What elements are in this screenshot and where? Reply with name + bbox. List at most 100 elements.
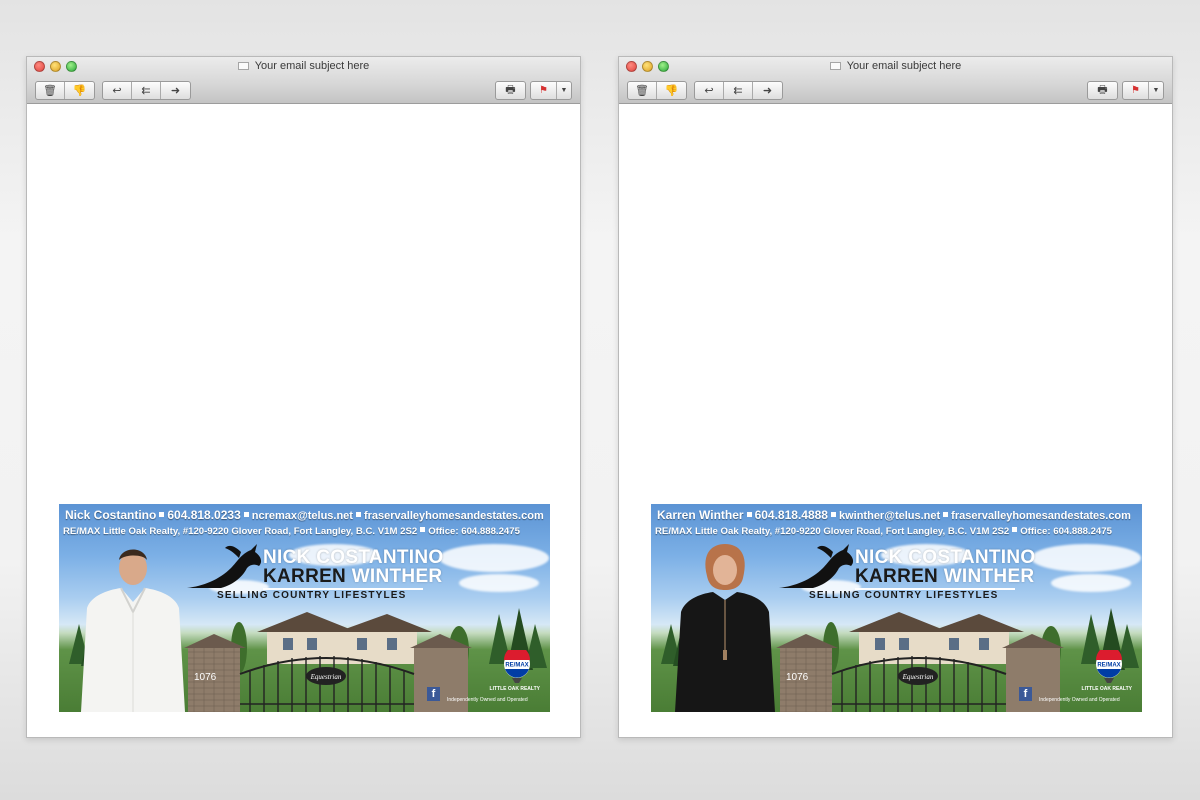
remax-balloon-logo: RE/MAX	[1096, 650, 1122, 683]
reply-all-icon: ⇇	[733, 85, 743, 97]
reply-group: ↩ ⇇ ➜	[694, 81, 783, 100]
name2-first: KARREN	[855, 566, 939, 587]
agent-photo-male	[81, 549, 185, 712]
name2-last: WINTHER	[351, 566, 443, 587]
agents-name-block: NICK COSTANTINO KARREN WINTHER	[263, 548, 443, 592]
envelope-icon	[829, 62, 841, 70]
junk-button[interactable]: 👎	[657, 82, 686, 99]
junk-button[interactable]: 👎	[65, 82, 94, 99]
flag-group: ⚑ ▼	[530, 81, 572, 100]
reply-button[interactable]: ↩	[103, 82, 132, 99]
junk-icon: 👎	[72, 85, 87, 97]
name1-last: COSTANTINO	[316, 547, 444, 568]
print-button[interactable]: 🖶	[1088, 82, 1117, 99]
print-group: 🖶	[495, 81, 526, 100]
reply-all-icon: ⇇	[141, 85, 151, 97]
remax-brand-text: RE/MAX	[1097, 663, 1120, 669]
office-address: RE/MAX Little Oak Realty, #120-9220 Glov…	[63, 526, 418, 537]
mail-toolbar: 🗑 👎 ↩ ⇇ ➜ 🖶 ⚑ ▼	[35, 81, 572, 100]
reply-all-button[interactable]: ⇇	[724, 82, 753, 99]
trash-icon: 🗑	[43, 85, 57, 97]
flag-group: ⚑ ▼	[1122, 81, 1164, 100]
window-title: Your email subject here	[619, 59, 1172, 73]
delete-button[interactable]: 🗑	[36, 82, 65, 99]
flag-icon: ⚑	[1131, 85, 1140, 96]
contact-line-1: Nick Costantino 604.818.0233 ncremax@telus…	[65, 508, 544, 522]
contact-email[interactable]: ncremax@telus.net	[252, 510, 353, 522]
email-signature-banner: Equestrian 1076 NICK COSTANTINO KARREN W…	[59, 504, 550, 712]
forward-button[interactable]: ➜	[753, 82, 782, 99]
reply-button[interactable]: ↩	[695, 82, 724, 99]
forward-icon: ➜	[762, 85, 773, 97]
contact-website[interactable]: fraservalleyhomesandestates.com	[951, 510, 1131, 522]
flag-menu-button[interactable]: ▼	[557, 82, 571, 99]
contact-line-2: RE/MAX Little Oak Realty, #120-9220 Glov…	[63, 526, 520, 537]
reply-group: ↩ ⇇ ➜	[102, 81, 191, 100]
contact-phone[interactable]: 604.818.0233	[167, 508, 240, 522]
chevron-down-icon: ▼	[1152, 87, 1160, 94]
print-icon: 🖶	[505, 84, 516, 96]
chevron-down-icon: ▼	[560, 87, 568, 94]
brokerage-name: LITTLE OAK REALTY	[1081, 686, 1132, 692]
office-address: RE/MAX Little Oak Realty, #120-9220 Glov…	[655, 526, 1010, 537]
office-phone[interactable]: Office: 604.888.2475	[1020, 526, 1112, 537]
envelope-icon	[237, 62, 249, 70]
contact-email[interactable]: kwinther@telus.net	[839, 510, 940, 522]
name1-last: COSTANTINO	[908, 547, 1036, 568]
tagline: SELLING COUNTRY LIFESTYLES	[217, 590, 407, 601]
email-subject: Your email subject here	[254, 60, 370, 72]
facebook-icon[interactable]: f	[427, 687, 440, 701]
contact-name: Karren Winther	[657, 508, 744, 522]
junk-icon: 👎	[664, 85, 679, 97]
flag-button[interactable]: ⚑	[1123, 82, 1149, 99]
mail-toolbar: 🗑 👎 ↩ ⇇ ➜ 🖶 ⚑ ▼	[627, 81, 1164, 100]
flag-button[interactable]: ⚑	[531, 82, 557, 99]
remax-brand-text: RE/MAX	[505, 663, 528, 669]
name1-first: NICK	[855, 547, 903, 568]
window-titlebar: Your email subject here 🗑 👎 ↩ ⇇ ➜ 🖶 ⚑ ▼	[619, 57, 1172, 104]
contact-line-2: RE/MAX Little Oak Realty, #120-9220 Glov…	[655, 526, 1112, 537]
print-button[interactable]: 🖶	[496, 82, 525, 99]
trash-icon: 🗑	[635, 85, 649, 97]
horse-logo-icon	[779, 544, 854, 588]
contact-name: Nick Costantino	[65, 508, 157, 522]
disclaimer-text: Independently Owned and Operated	[1039, 697, 1120, 703]
brokerage-name: LITTLE OAK REALTY	[489, 686, 540, 692]
reply-all-button[interactable]: ⇇	[132, 82, 161, 99]
facebook-icon[interactable]: f	[1019, 687, 1032, 701]
contact-line-1: Karren Winther 604.818.4888 kwinther@telus…	[657, 508, 1131, 522]
agents-name-block: NICK COSTANTINO KARREN WINTHER	[855, 548, 1035, 592]
contact-website[interactable]: fraservalleyhomesandestates.com	[364, 510, 544, 522]
message-body: Equestrian 1076 NICK COSTANTINO KARREN W…	[619, 105, 1172, 737]
flag-icon: ⚑	[539, 85, 548, 96]
name1-first: NICK	[263, 547, 311, 568]
flag-menu-button[interactable]: ▼	[1149, 82, 1163, 99]
forward-icon: ➜	[170, 85, 181, 97]
email-signature-banner: Equestrian 1076 NICK COSTANTINO KARREN W…	[651, 504, 1142, 712]
print-icon: 🖶	[1097, 84, 1108, 96]
window-titlebar: Your email subject here 🗑 👎 ↩ ⇇ ➜ 🖶 ⚑ ▼	[27, 57, 580, 104]
office-phone[interactable]: Office: 604.888.2475	[428, 526, 520, 537]
message-body: Equestrian 1076 NICK COSTANTINO KARREN W…	[27, 105, 580, 737]
tagline: SELLING COUNTRY LIFESTYLES	[809, 590, 999, 601]
house-number: 1076	[194, 672, 217, 683]
email-subject: Your email subject here	[846, 60, 962, 72]
disclaimer-text: Independently Owned and Operated	[447, 697, 528, 703]
mail-window-left: Your email subject here 🗑 👎 ↩ ⇇ ➜ 🖶 ⚑ ▼	[26, 56, 581, 738]
agent-photo-female	[675, 544, 775, 712]
mail-window-right: Your email subject here 🗑 👎 ↩ ⇇ ➜ 🖶 ⚑ ▼	[618, 56, 1173, 738]
print-group: 🖶	[1087, 81, 1118, 100]
gate-sign-text: Equestrian	[902, 673, 934, 681]
name2-last: WINTHER	[943, 566, 1035, 587]
reply-icon: ↩	[704, 85, 714, 97]
gate-sign-text: Equestrian	[310, 673, 342, 681]
delete-button[interactable]: 🗑	[628, 82, 657, 99]
name2-first: KARREN	[263, 566, 347, 587]
forward-button[interactable]: ➜	[161, 82, 190, 99]
house-number: 1076	[786, 672, 809, 683]
remax-balloon-logo: RE/MAX	[504, 650, 530, 683]
horse-logo-icon	[187, 544, 262, 588]
delete-junk-group: 🗑 👎	[627, 81, 687, 100]
delete-junk-group: 🗑 👎	[35, 81, 95, 100]
contact-phone[interactable]: 604.818.4888	[755, 508, 828, 522]
